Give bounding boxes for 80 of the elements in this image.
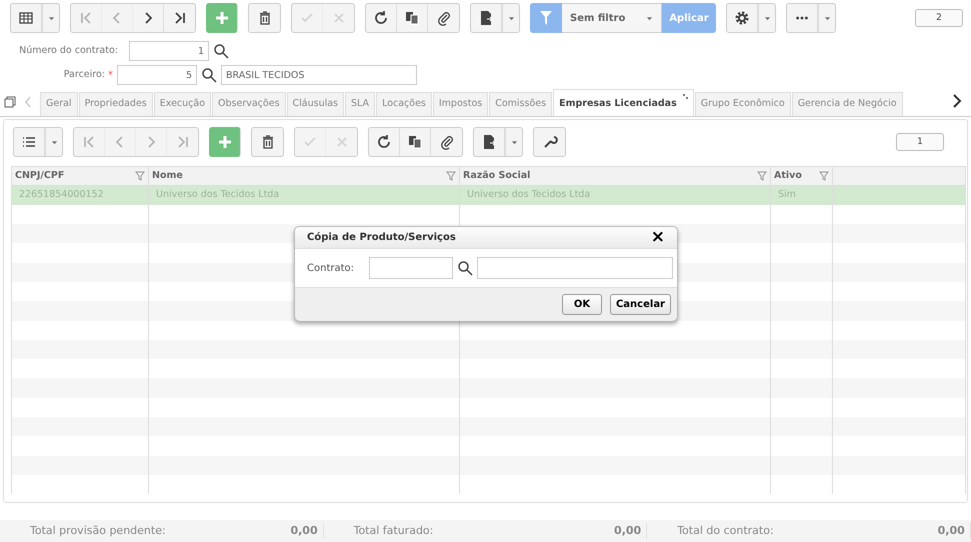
- tab[interactable]: Grupo Econômico: [694, 92, 791, 116]
- column-header[interactable]: Nome: [148, 166, 460, 186]
- apply-button[interactable]: Aplicar: [662, 3, 716, 33]
- table-cell: 22651854000152: [12, 186, 148, 205]
- refresh-icon: [376, 134, 392, 150]
- tab[interactable]: Impostos: [432, 92, 488, 116]
- caret-icon: [824, 14, 830, 22]
- gear-icon: [734, 10, 750, 26]
- input-field[interactable]: [477, 257, 673, 279]
- filter-button[interactable]: [530, 3, 562, 33]
- add-button[interactable]: [209, 127, 241, 157]
- tab[interactable]: Observações: [212, 92, 286, 116]
- add-icon: [216, 134, 232, 150]
- total-value: 0,00: [938, 522, 965, 539]
- table-cell: Universo dos Tecidos Ltda: [148, 186, 460, 205]
- document-icon: [481, 134, 497, 150]
- page-counter: 1: [896, 133, 944, 151]
- filter-icon[interactable]: [446, 171, 456, 181]
- close-button[interactable]: ×: [650, 229, 665, 246]
- filter-icon[interactable]: [757, 171, 767, 181]
- page-counter: 2: [915, 9, 963, 27]
- popout-icon[interactable]: [682, 93, 689, 100]
- filter-value: Sem filtro: [569, 12, 626, 26]
- copy-icon: [407, 134, 423, 150]
- input-field[interactable]: [369, 257, 453, 279]
- paperclip-icon: [438, 134, 454, 150]
- refresh-icon: [373, 10, 389, 26]
- field-label: Parceiro:: [62, 68, 105, 82]
- filter-icon[interactable]: [135, 171, 145, 181]
- tab[interactable]: Empresas Licenciadas: [553, 89, 694, 116]
- input-field[interactable]: 1: [129, 41, 209, 61]
- tab[interactable]: Geral: [40, 92, 78, 116]
- field-label: Contrato:: [307, 262, 356, 276]
- column-header[interactable]: Ativo: [770, 166, 832, 186]
- caret-icon: [510, 138, 518, 146]
- wrench-icon: [542, 134, 558, 150]
- add-icon: [214, 10, 230, 26]
- column-header[interactable]: CNPJ/CPF: [12, 166, 148, 186]
- paperclip-icon: [436, 10, 452, 26]
- caret-icon: [764, 14, 770, 22]
- table-cell: Sim: [770, 186, 832, 205]
- grid-icon: [18, 10, 34, 26]
- window-icon[interactable]: [4, 96, 16, 108]
- filter-select[interactable]: Sem filtro: [562, 3, 662, 33]
- ok-button[interactable]: OK: [562, 294, 602, 315]
- filter-icon[interactable]: [819, 171, 829, 181]
- list-icon: [21, 134, 37, 150]
- total-label: Total faturado:: [354, 522, 434, 539]
- copy-icon: [404, 10, 420, 26]
- required-mark: *: [108, 68, 113, 82]
- input-field[interactable]: 5: [117, 65, 197, 85]
- cancel-button[interactable]: Cancelar: [610, 294, 671, 315]
- table-cell: Universo dos Tecidos Ltda: [460, 186, 770, 205]
- column-header[interactable]: Razão Social: [460, 166, 770, 186]
- caret-icon: [508, 14, 514, 22]
- table-row[interactable]: 22651854000152 Universo dos Tecidos Ltda Universo dos Tecidos Ltda Sim: [12, 186, 966, 205]
- document-icon: [478, 10, 494, 26]
- dialog-title: Cópia de Produto/Serviços: [307, 231, 456, 245]
- tab[interactable]: Comissões: [489, 92, 552, 116]
- total-value: 0,00: [290, 522, 318, 539]
- search-icon[interactable]: [213, 43, 229, 59]
- tab[interactable]: Propriedades: [78, 92, 153, 116]
- tab[interactable]: Cláusulas: [286, 92, 344, 116]
- filter-icon: [540, 11, 552, 25]
- caret-icon: [50, 138, 58, 146]
- tab[interactable]: Execução: [154, 92, 212, 116]
- add-button[interactable]: [206, 3, 238, 33]
- input-field[interactable]: BRASIL TECIDOS: [221, 65, 417, 85]
- tab[interactable]: SLA: [345, 92, 376, 116]
- search-icon[interactable]: [201, 67, 217, 83]
- caret-icon: [48, 14, 54, 22]
- total-value: 0,00: [614, 522, 642, 539]
- total-label: Total do contrato:: [677, 522, 774, 539]
- total-label: Total provisão pendente:: [30, 522, 166, 539]
- caret-icon: [646, 14, 653, 22]
- field-label: Número do contrato:: [18, 44, 118, 58]
- search-icon[interactable]: [457, 260, 473, 276]
- more-icon: [796, 16, 808, 20]
- tab[interactable]: Locações: [376, 92, 432, 116]
- tab[interactable]: Gerencia de Negócio: [792, 92, 903, 116]
